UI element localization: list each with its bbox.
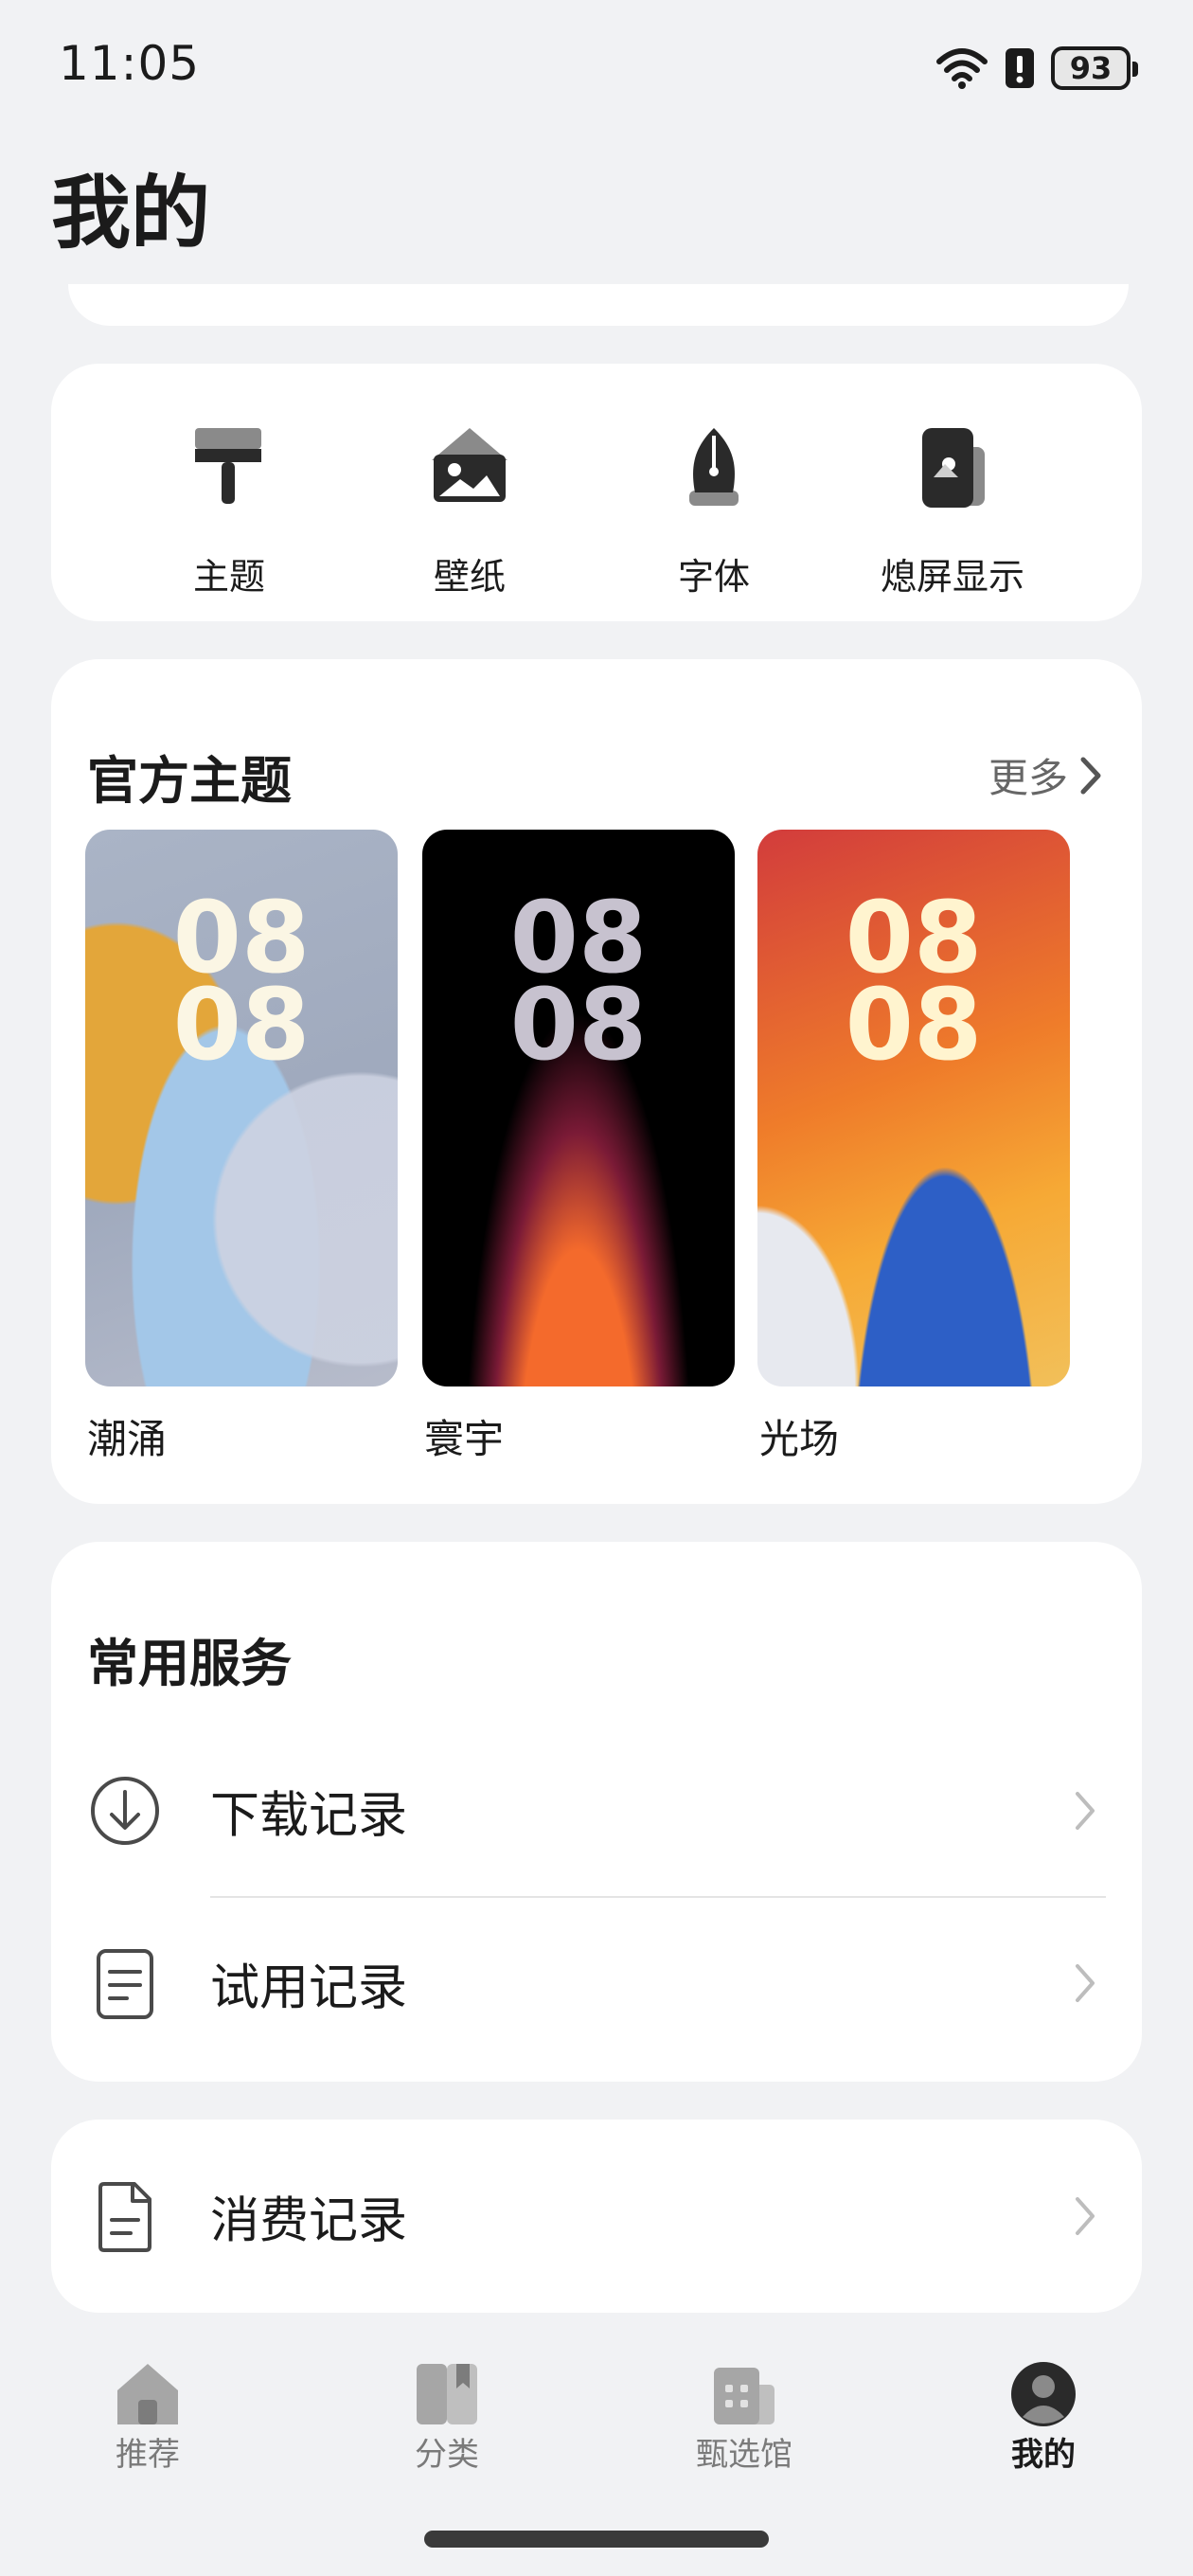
pen-nib-icon [689, 428, 739, 506]
nav-profile[interactable]: 我的 [949, 2349, 1138, 2481]
nav-label: 分类 [415, 2436, 479, 2474]
profile-icon [1011, 2362, 1076, 2426]
theme-clock: 08 08 [509, 880, 648, 1082]
tool-theme[interactable]: 主题 [125, 364, 333, 619]
theme-card[interactable]: 08 08 [85, 830, 398, 1386]
purchase-record-row[interactable]: 消费记录 [51, 2131, 1142, 2301]
store-icon [714, 2368, 775, 2424]
nav-label: 我的 [1011, 2436, 1076, 2474]
purchase-label: 消费记录 [210, 2192, 408, 2250]
tool-label: 主题 [192, 556, 265, 598]
tool-wallpaper[interactable]: 壁纸 [365, 364, 574, 619]
theme-clock: 08 08 [845, 880, 983, 1082]
theme-clock: 08 08 [172, 880, 311, 1082]
official-themes-card: 官方主题 更多 08 08 潮涌 08 08 寰宇 08 08 光场 [51, 659, 1142, 1504]
chevron-right-icon [1076, 1964, 1095, 2002]
home-indicator[interactable] [424, 2531, 769, 2548]
tool-always-on-display[interactable]: 熄屏显示 [848, 364, 1057, 619]
nav-label: 甄选馆 [696, 2436, 792, 2474]
section-title: 官方主题 [87, 751, 292, 811]
services-card: 常用服务 下载记录 试用记录 [51, 1542, 1142, 2082]
tool-font[interactable]: 字体 [610, 364, 818, 619]
document-icon [97, 1949, 153, 2019]
service-label: 试用记录 [210, 1959, 408, 2017]
tool-label: 壁纸 [433, 556, 506, 598]
theme-card[interactable]: 08 08 [422, 830, 735, 1386]
receipt-icon [98, 2182, 151, 2252]
category-icon [417, 2364, 477, 2424]
chevron-right-icon [1076, 1792, 1095, 1830]
theme-name: 光场 [759, 1416, 840, 1462]
nav-label: 推荐 [116, 2436, 180, 2474]
wallpaper-icon [432, 428, 507, 502]
alert-icon [1006, 48, 1034, 88]
service-label: 下载记录 [210, 1787, 408, 1845]
tool-label: 字体 [677, 556, 750, 598]
download-icon [91, 1777, 159, 1845]
service-row-downloads[interactable]: 下载记录 [51, 1726, 1142, 1896]
chevron-right-icon [1080, 757, 1101, 794]
more-label: 更多 [988, 755, 1068, 801]
nav-category[interactable]: 分类 [352, 2349, 542, 2481]
section-title: 常用服务 [87, 1634, 292, 1693]
tools-card: 主题 壁纸 字体 熄屏显示 [51, 364, 1142, 621]
theme-card[interactable]: 08 08 [757, 830, 1070, 1386]
paint-brush-icon [195, 428, 261, 504]
tool-label: 熄屏显示 [880, 556, 1024, 598]
more-link[interactable]: 更多 [988, 746, 1104, 804]
always-on-display-icon [922, 428, 985, 508]
status-time: 11:05 [59, 36, 201, 91]
theme-name: 潮涌 [87, 1416, 168, 1462]
purchase-card: 消费记录 [51, 2120, 1142, 2313]
nav-store[interactable]: 甄选馆 [650, 2349, 839, 2481]
service-row-trials[interactable]: 试用记录 [51, 1898, 1142, 2068]
theme-name: 寰宇 [424, 1416, 505, 1462]
scrolled-card-edge [68, 284, 1129, 326]
chevron-right-icon [1076, 2197, 1095, 2235]
wifi-icon [936, 48, 988, 89]
status-icons: 93 [935, 44, 1138, 93]
page-title: 我的 [51, 167, 211, 259]
battery-indicator: 93 [1051, 46, 1138, 90]
home-icon [117, 2364, 178, 2424]
nav-recommend[interactable]: 推荐 [53, 2349, 242, 2481]
